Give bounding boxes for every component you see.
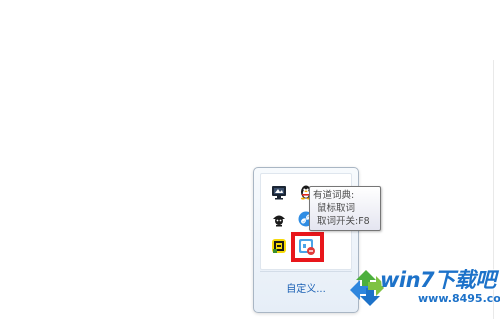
monitor-app-icon[interactable] [270, 183, 288, 201]
tooltip-line-1: 有道词典: [313, 190, 355, 201]
pirate-icon[interactable] [270, 210, 288, 228]
watermark-title: win7下载吧 [380, 268, 496, 292]
site-watermark: win7下载吧 www.8495.com [346, 262, 500, 316]
tooltip-line-3: 取词开关:F8 [317, 216, 370, 227]
youdao-tooltip: 有道词典: 鼠标取词 取词开关:F8 [309, 186, 381, 231]
yellow-app-icon[interactable] [270, 237, 288, 255]
customize-link[interactable]: 自定义... [254, 280, 358, 295]
tooltip-line-2: 鼠标取词 [317, 203, 356, 214]
watermark-url: www.8495.com [418, 292, 500, 305]
desktop-area: 自定义... 有道词典: 鼠标取词 取词开关:F8 win7下载吧 www.84… [0, 0, 500, 319]
highlight-box [291, 232, 324, 262]
popup-divider [260, 271, 352, 272]
